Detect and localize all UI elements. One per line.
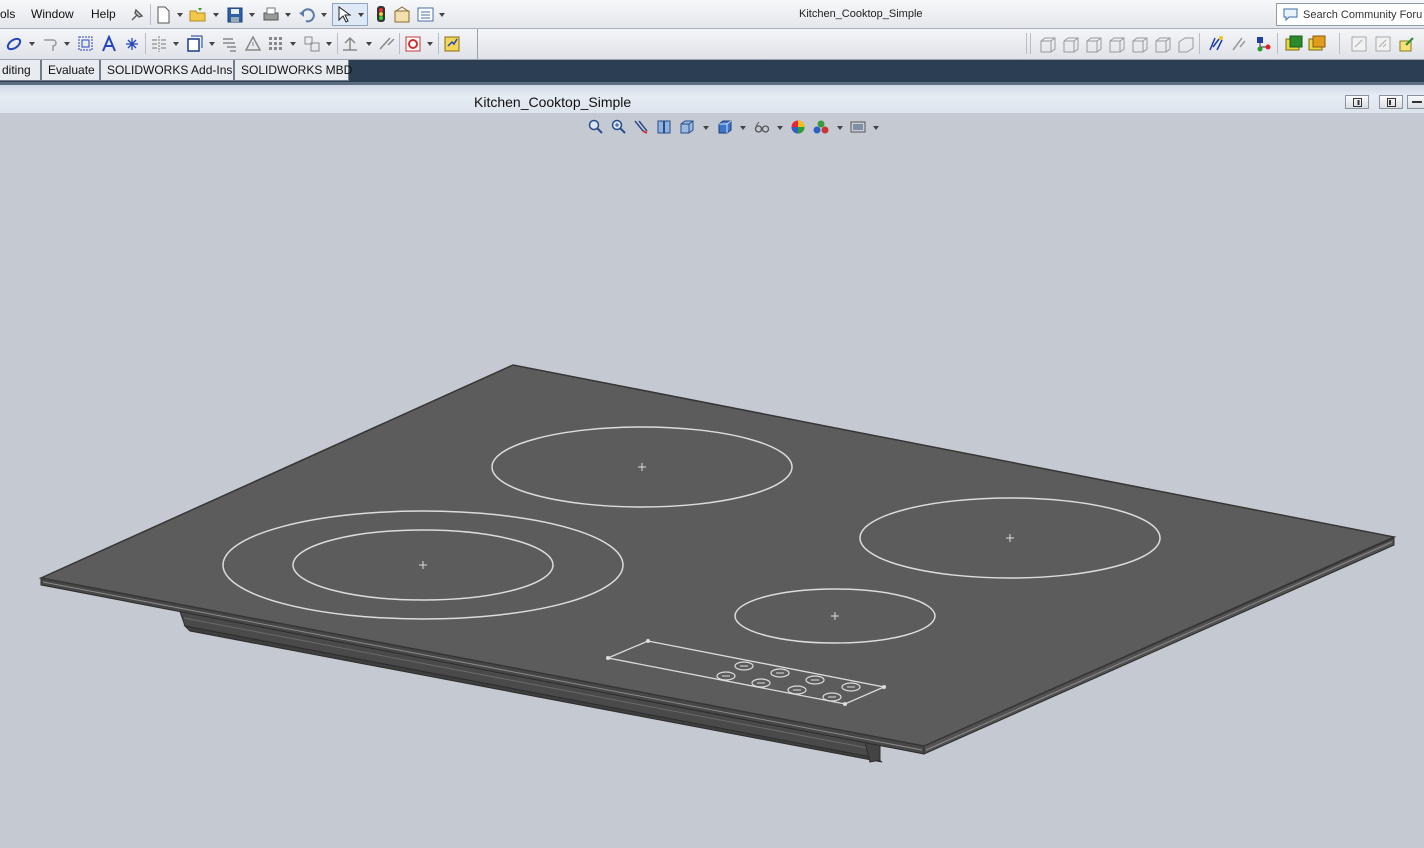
model-viewport[interactable] — [0, 0, 1424, 848]
glass-top-surface[interactable] — [38, 364, 1397, 747]
solidworks-window: ols Window Help Kitchen_Cooktop_Simple S… — [0, 0, 1424, 848]
